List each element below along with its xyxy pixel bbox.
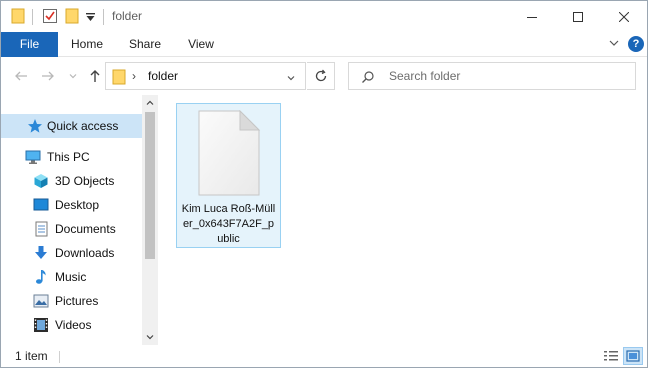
toolbar-divider [32, 9, 33, 25]
sidebar-item-this-pc[interactable]: This PC [1, 145, 142, 169]
blank-file-icon [196, 109, 262, 199]
address-toolbar: › folder Search folder [1, 57, 647, 95]
large-icons-view-button[interactable] [623, 347, 643, 365]
documents-icon [33, 221, 49, 237]
forward-arrow-icon[interactable] [40, 68, 56, 84]
toolbar-divider [103, 9, 104, 25]
search-input[interactable]: Search folder [348, 62, 636, 90]
details-view-icon [604, 351, 618, 361]
desktop-icon [33, 197, 49, 213]
sidebar-item-pictures[interactable]: Pictures [1, 289, 142, 313]
navigation-scrollbar[interactable] [142, 95, 158, 345]
window-title: folder [112, 9, 143, 23]
refresh-icon [315, 69, 326, 82]
customize-dropdown-icon[interactable] [86, 12, 95, 26]
scroll-down-chevron-icon[interactable] [142, 329, 158, 345]
status-bar: 1 item [1, 345, 647, 367]
search-placeholder: Search folder [389, 69, 461, 83]
music-note-icon [33, 269, 49, 285]
file-item[interactable]: Kim Luca Roß-Müller_0x643F7A2F_public [176, 103, 281, 248]
pc-icon [25, 149, 41, 165]
file-list-area[interactable]: Kim Luca Roß-Müller_0x643F7A2F_public [158, 95, 647, 345]
minimize-button[interactable] [509, 1, 555, 32]
sidebar-item-desktop[interactable]: Desktop [1, 193, 142, 217]
sidebar-item-quick-access[interactable]: Quick access [1, 114, 142, 138]
sidebar-item-documents[interactable]: Documents [1, 217, 142, 241]
close-button[interactable] [601, 1, 647, 32]
tab-share[interactable]: Share [121, 32, 169, 57]
explorer-window: folder File Home Share View ? › folder S… [0, 0, 648, 368]
file-name-label: Kim Luca Roß-Müller_0x643F7A2F_public [181, 203, 276, 245]
address-bar[interactable]: › folder [105, 62, 306, 90]
search-icon [361, 70, 375, 87]
ribbon-tabs: File Home Share View ? [1, 32, 647, 57]
status-divider [59, 351, 60, 363]
large-icons-view-icon [626, 350, 640, 362]
breadcrumb-chevron-icon[interactable]: › [132, 69, 136, 83]
sidebar-item-3d-objects[interactable]: 3D Objects [1, 169, 142, 193]
title-bar: folder [1, 1, 647, 32]
maximize-icon [573, 11, 583, 22]
close-icon [619, 11, 629, 22]
sidebar-item-downloads[interactable]: Downloads [1, 241, 142, 265]
up-arrow-icon[interactable] [87, 68, 103, 84]
folder-icon [11, 8, 25, 27]
download-arrow-icon [33, 245, 49, 261]
back-arrow-icon[interactable] [13, 68, 29, 84]
expand-ribbon-chevron-icon[interactable] [607, 36, 621, 50]
help-button[interactable]: ? [628, 36, 644, 52]
scroll-up-chevron-icon[interactable] [142, 95, 158, 111]
properties-checkmark-icon[interactable] [42, 8, 58, 27]
refresh-button[interactable] [307, 62, 335, 90]
breadcrumb-folder[interactable]: folder [148, 69, 178, 83]
address-dropdown-chevron-icon[interactable] [286, 72, 296, 86]
item-count: 1 item [15, 349, 48, 363]
maximize-button[interactable] [555, 1, 601, 32]
star-icon [27, 118, 43, 134]
sidebar-item-music[interactable]: Music [1, 265, 142, 289]
tab-home[interactable]: Home [63, 32, 111, 57]
sidebar-item-videos[interactable]: Videos [1, 313, 142, 337]
recent-locations-chevron-icon[interactable] [65, 68, 81, 84]
details-view-button[interactable] [601, 347, 621, 365]
tab-file[interactable]: File [1, 32, 58, 57]
navigation-pane: Quick access This PC 3D Objects Desktop … [1, 95, 158, 345]
film-icon [33, 317, 49, 333]
cube-icon [33, 173, 49, 189]
scroll-thumb[interactable] [145, 112, 155, 259]
folder-icon [112, 69, 126, 88]
new-folder-icon[interactable] [65, 8, 79, 27]
minimize-icon [527, 16, 537, 18]
tab-view[interactable]: View [179, 32, 223, 57]
pictures-icon [33, 293, 49, 309]
